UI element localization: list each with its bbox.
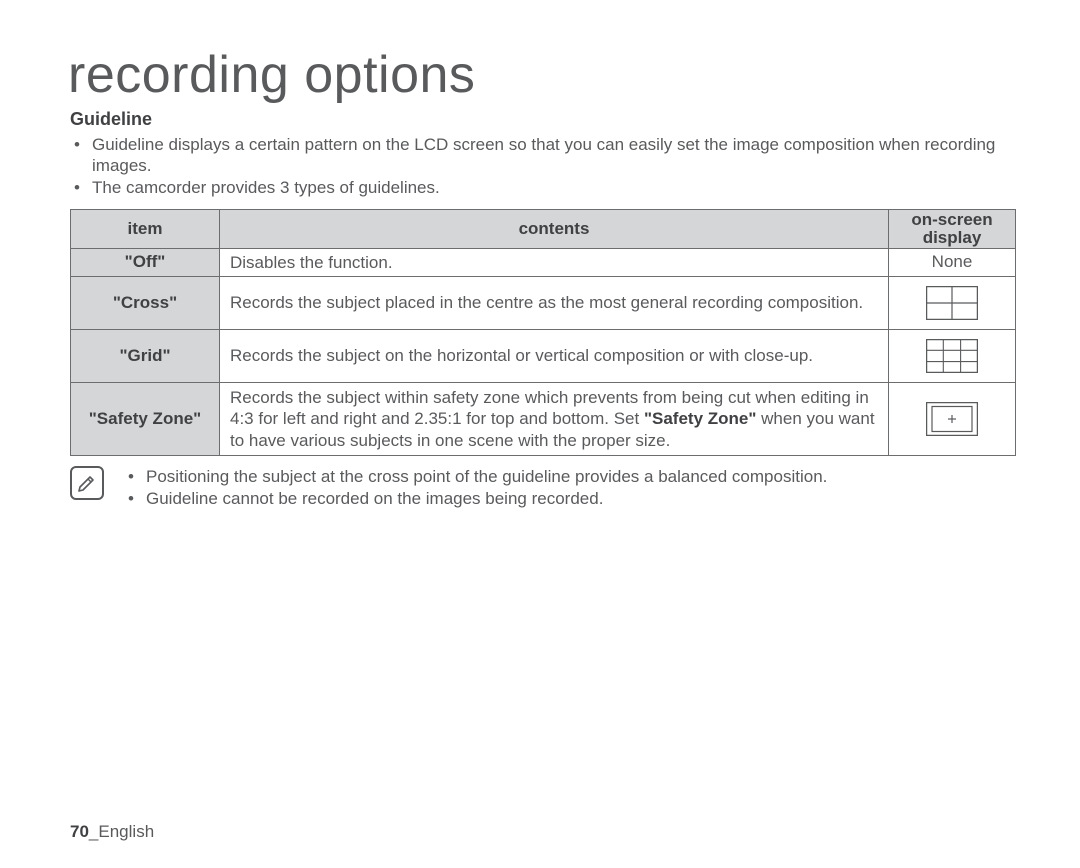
table-row: "Off" Disables the function. None [71,248,1016,277]
pencil-note-icon [76,472,98,494]
note-list: Positioning the subject at the cross poi… [124,466,827,510]
cell-contents-safetyzone: Records the subject within safety zone w… [220,383,889,456]
cell-osd-off: None [889,248,1016,277]
cross-guideline-icon [926,286,978,320]
cell-contents-off: Disables the function. [220,248,889,277]
note-icon [70,466,104,500]
note-block: Positioning the subject at the cross poi… [70,464,1024,510]
sz-text-bold: "Safety Zone" [644,409,756,428]
col-header-contents: contents [220,209,889,248]
cell-contents-cross: Records the subject placed in the centre… [220,277,889,330]
page-footer: 70_English [70,822,154,842]
cell-osd-cross [889,277,1016,330]
guideline-description-item: Guideline displays a certain pattern on … [90,134,1024,178]
note-item: Positioning the subject at the cross poi… [144,466,827,488]
cell-item-off: "Off" [71,248,220,277]
col-header-item: item [71,209,220,248]
note-item: Guideline cannot be recorded on the imag… [144,488,827,510]
table-header-row: item contents on-screen display [71,209,1016,248]
guideline-description-list: Guideline displays a certain pattern on … [70,134,1024,199]
guideline-table: item contents on-screen display "Off" Di… [70,209,1016,456]
table-row: "Safety Zone" Records the subject within… [71,383,1016,456]
cell-item-cross: "Cross" [71,277,220,330]
safety-zone-icon [926,402,978,436]
col-header-osd: on-screen display [889,209,1016,248]
footer-lang: English [98,822,154,841]
grid-guideline-icon [926,339,978,373]
cell-contents-grid: Records the subject on the horizontal or… [220,330,889,383]
cell-osd-safetyzone [889,383,1016,456]
footer-sep: _ [89,822,98,841]
table-row: "Cross" Records the subject placed in th… [71,277,1016,330]
manual-page: recording options Guideline Guideline di… [0,0,1080,868]
page-title: recording options [68,48,1024,103]
cell-osd-grid [889,330,1016,383]
cell-item-safetyzone: "Safety Zone" [71,383,220,456]
guideline-description-item: The camcorder provides 3 types of guidel… [90,177,1024,199]
section-heading-guideline: Guideline [70,109,1024,130]
cell-item-grid: "Grid" [71,330,220,383]
page-number: 70 [70,822,89,841]
table-row: "Grid" Records the subject on the horizo… [71,330,1016,383]
